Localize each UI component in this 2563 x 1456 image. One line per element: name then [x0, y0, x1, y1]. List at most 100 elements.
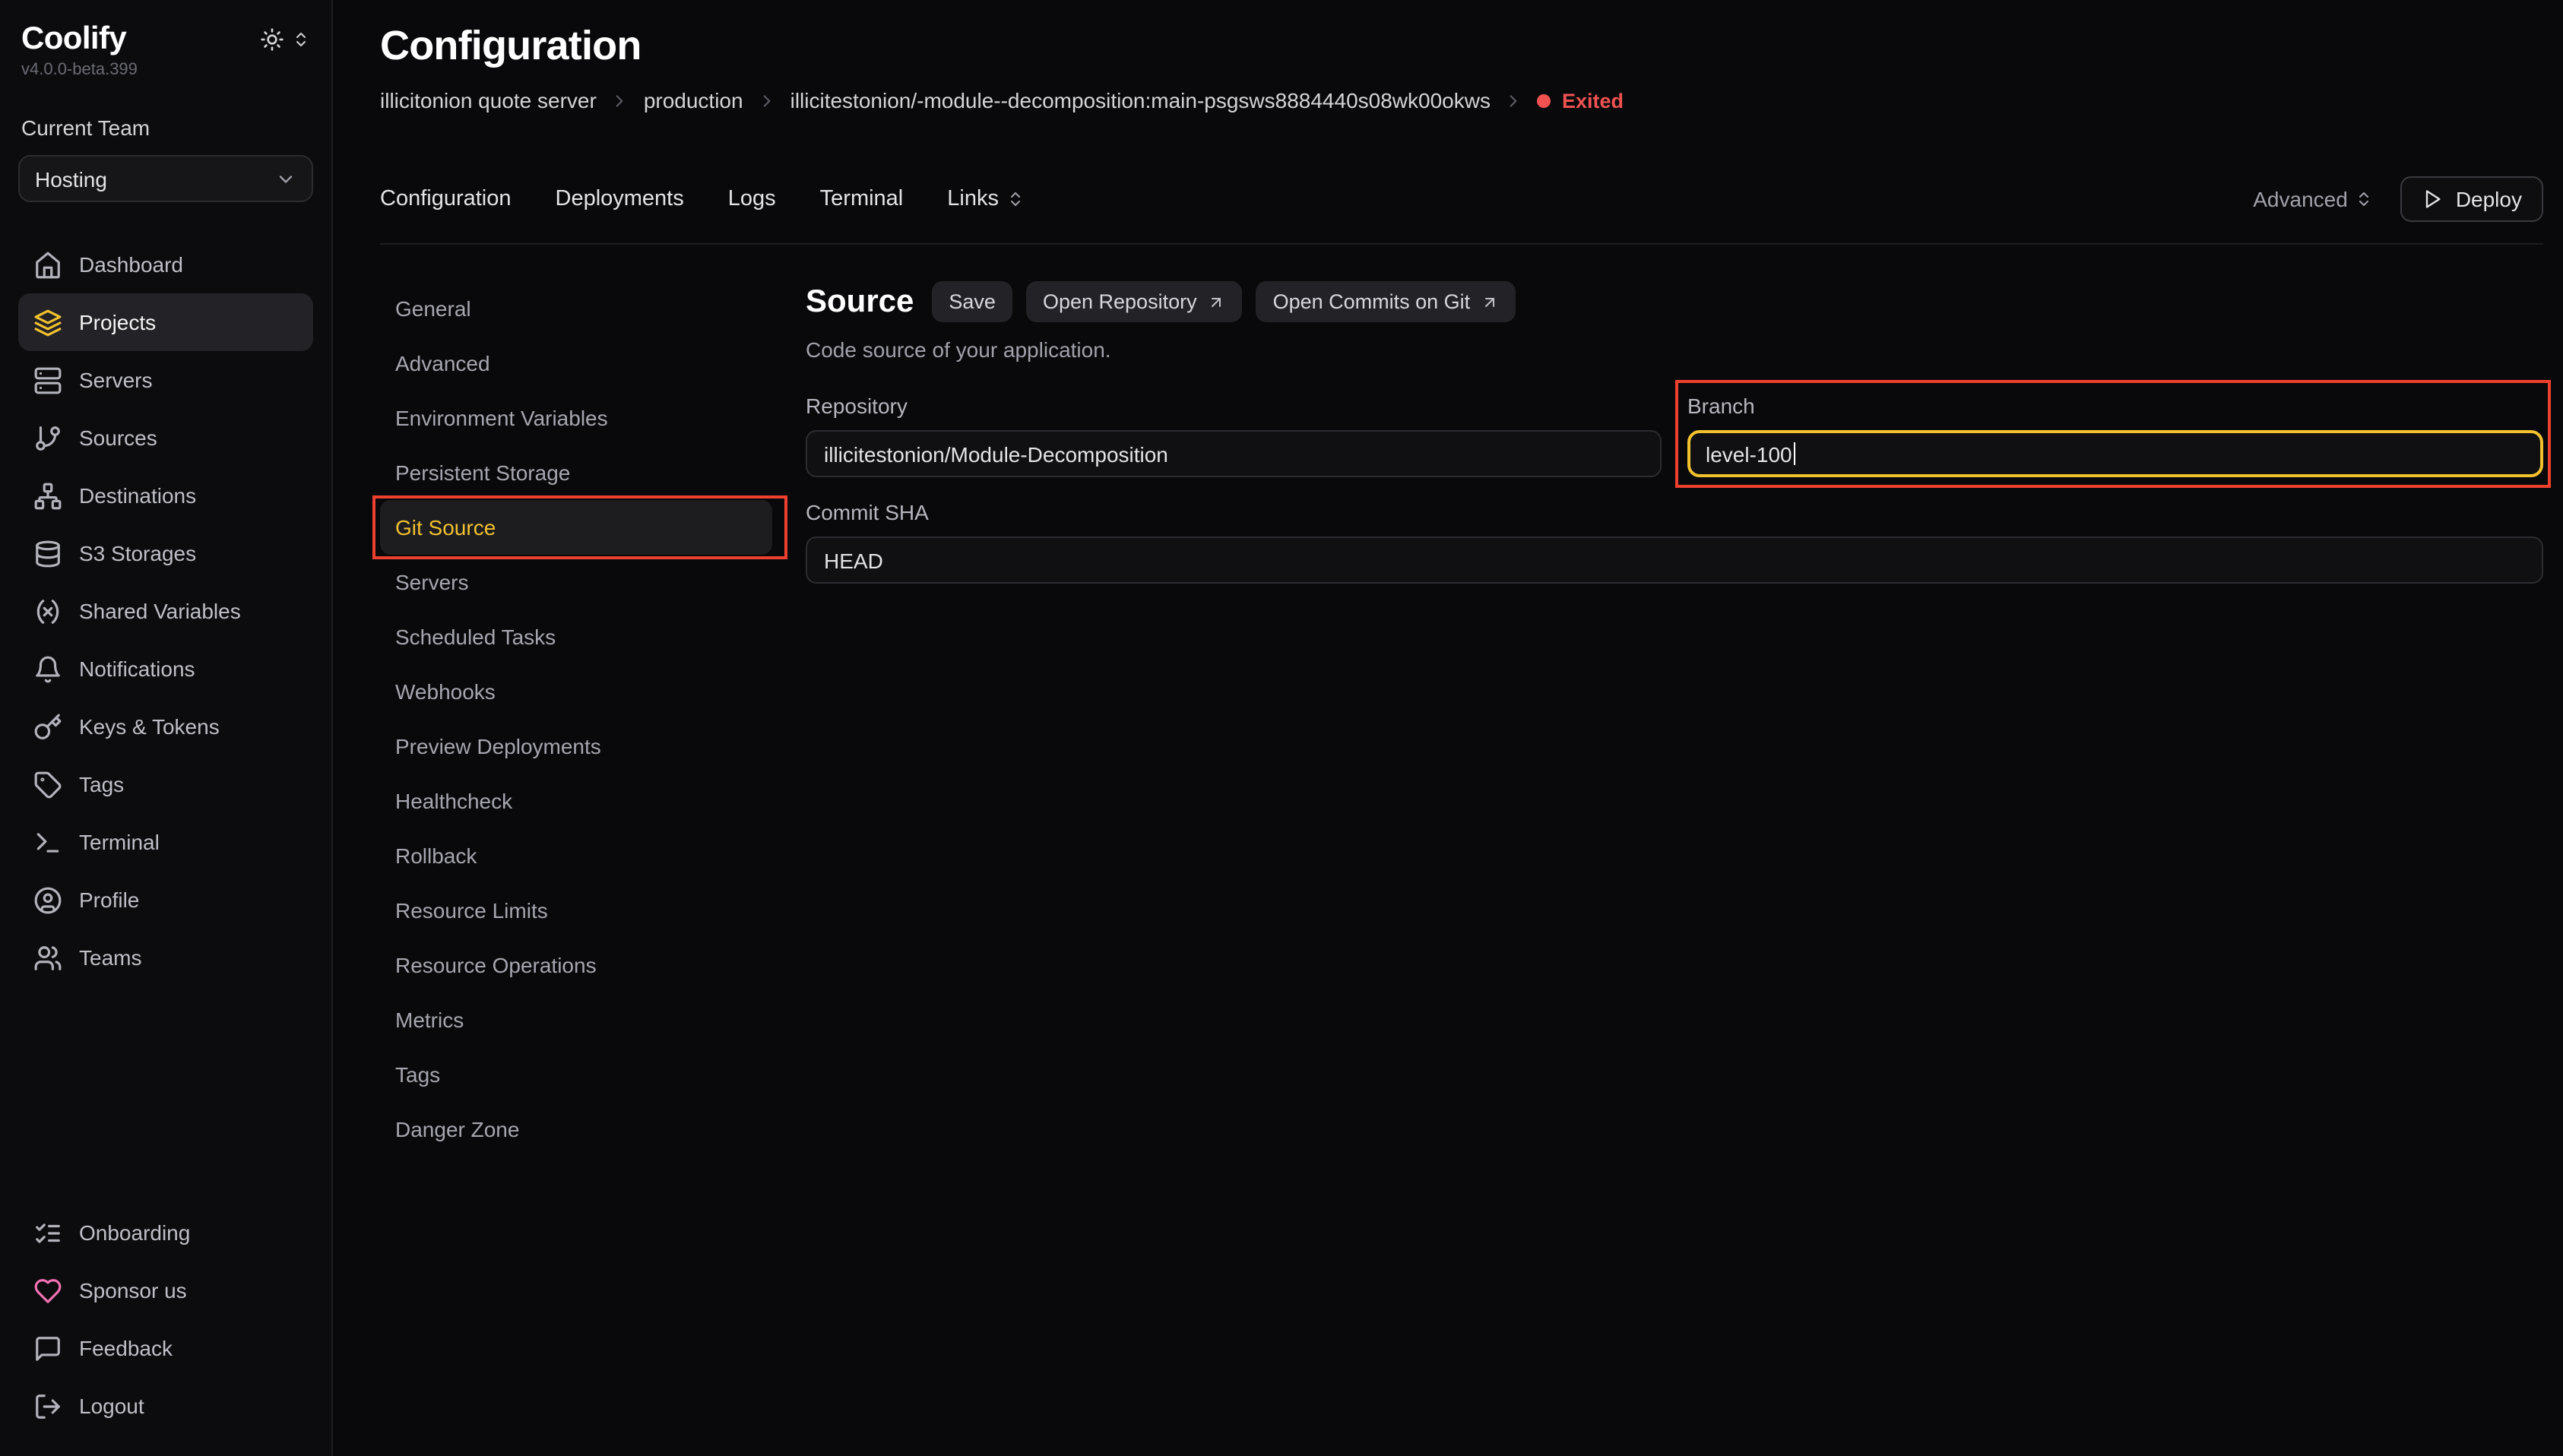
sidebar-footer-item[interactable]: Logout [18, 1377, 313, 1435]
sidebar-item[interactable]: Dashboard [18, 236, 313, 293]
config-nav-item[interactable]: Preview Deployments [380, 719, 772, 774]
tab-label: Terminal [820, 187, 904, 211]
config-nav-item[interactable]: Environment Variables [380, 391, 772, 445]
sidebar-item[interactable]: Shared Variables [18, 582, 313, 640]
branch-input[interactable]: level-100 [1687, 430, 2543, 477]
config-nav-item[interactable]: Rollback [380, 828, 772, 883]
config-nav-item[interactable]: Healthcheck [380, 774, 772, 828]
open-commits-label: Open Commits on Git [1273, 290, 1471, 313]
chevrons-up-down-icon [1006, 190, 1025, 208]
sidebar-item[interactable]: Tags [18, 755, 313, 813]
app-version: v4.0.0-beta.399 [21, 61, 310, 79]
tab[interactable]: Terminal [820, 187, 904, 211]
config-nav-item[interactable]: Danger Zone [380, 1102, 772, 1157]
config-nav-item[interactable]: General [380, 281, 772, 336]
tab[interactable]: Logs [728, 187, 776, 211]
open-repository-button[interactable]: Open Repository [1026, 281, 1243, 322]
tab[interactable]: Deployments [556, 187, 684, 211]
app-logo[interactable]: Coolify [21, 21, 126, 58]
sidebar-item[interactable]: Terminal [18, 813, 313, 871]
list-checks-icon [33, 1218, 62, 1247]
sidebar-footer-item-label: Logout [79, 1394, 144, 1418]
team-select[interactable]: Hosting [18, 155, 313, 202]
save-button[interactable]: Save [932, 281, 1012, 322]
source-section-header: Source Save Open Repository Open Commits… [806, 281, 2543, 322]
chevrons-up-down-icon [2355, 190, 2374, 208]
deploy-button[interactable]: Deploy [2401, 176, 2543, 222]
server-icon [33, 366, 62, 394]
sidebar-header: Coolify [18, 21, 313, 58]
sidebar-item[interactable]: Teams [18, 929, 313, 986]
sidebar-item[interactable]: Keys & Tokens [18, 698, 313, 755]
tabs-row: Configuration Deployments Logs T [380, 176, 2543, 222]
open-commits-button[interactable]: Open Commits on Git [1256, 281, 1516, 322]
database-icon [33, 539, 62, 568]
variable-icon [33, 597, 62, 625]
sidebar-item-label: Notifications [79, 657, 195, 681]
config-nav-item[interactable]: Advanced [380, 336, 772, 391]
sidebar-item[interactable]: Servers [18, 351, 313, 409]
chevrons-up-down-icon[interactable] [292, 30, 310, 49]
tab-label: Links [947, 187, 999, 211]
sidebar-item-label: S3 Storages [79, 541, 196, 565]
sidebar-item[interactable]: Destinations [18, 467, 313, 524]
sidebar-footer-item-label: Feedback [79, 1336, 173, 1360]
tab[interactable]: Links [947, 187, 1025, 211]
sidebar-footer-item[interactable]: Onboarding [18, 1204, 313, 1261]
breadcrumb-environment[interactable]: production [644, 88, 743, 112]
config-nav-item[interactable]: Resource Limits [380, 883, 772, 938]
sidebar-item[interactable]: Profile [18, 871, 313, 929]
text-caret [1794, 442, 1796, 465]
sidebar-footer-item[interactable]: Sponsor us [18, 1261, 313, 1319]
arrow-up-right-icon [1208, 293, 1226, 311]
sidebar-item[interactable]: Projects [18, 293, 313, 351]
breadcrumb-resource[interactable]: illicitestonion/-module--decomposition:m… [790, 88, 1491, 112]
config-nav-item-label: Servers [395, 570, 468, 594]
tab-label: Logs [728, 187, 776, 211]
chevron-right-icon [1504, 90, 1524, 110]
config-nav-item-label: Webhooks [395, 679, 496, 704]
tab[interactable]: Configuration [380, 187, 512, 211]
branch-field: Branch level-100 [1687, 394, 2543, 477]
git-branch-icon [33, 423, 62, 452]
sun-icon[interactable] [260, 27, 284, 52]
chevron-right-icon [757, 90, 777, 110]
config-nav-item[interactable]: Persistent Storage [380, 445, 772, 500]
sidebar-nav: Dashboard Projects Servers Sources [18, 236, 313, 986]
config-nav-item-label: Scheduled Tasks [395, 625, 556, 649]
logout-icon [33, 1391, 62, 1420]
config-nav-item-label: Preview Deployments [395, 734, 601, 758]
config-nav-item[interactable]: Tags [380, 1047, 772, 1102]
theme-controls [260, 27, 310, 52]
play-icon [2422, 188, 2444, 210]
config-nav-item-label: Healthcheck [395, 789, 512, 813]
sidebar-footer-item-label: Onboarding [79, 1220, 190, 1245]
sidebar-item[interactable]: Sources [18, 409, 313, 467]
config-nav-item[interactable]: Webhooks [380, 664, 772, 719]
sidebar-item[interactable]: Notifications [18, 640, 313, 698]
team-select-value: Hosting [35, 166, 107, 191]
sidebar-footer-item[interactable]: Feedback [18, 1319, 313, 1377]
repository-input[interactable] [806, 430, 1662, 477]
source-section-description: Code source of your application. [806, 337, 2543, 362]
resource-tabs: Configuration Deployments Logs T [380, 187, 1025, 211]
config-nav-item[interactable]: Git Source [380, 500, 772, 555]
sidebar-footer-item-label: Sponsor us [79, 1278, 187, 1302]
commit-sha-field: Commit SHA [806, 500, 2543, 584]
config-nav-item[interactable]: Resource Operations [380, 938, 772, 992]
config-nav-item[interactable]: Metrics [380, 992, 772, 1047]
sidebar-item[interactable]: S3 Storages [18, 524, 313, 582]
breadcrumb-project[interactable]: illicitonion quote server [380, 88, 597, 112]
commit-sha-input[interactable] [806, 537, 2543, 584]
heart-icon [33, 1276, 62, 1305]
config-nav-item-label: Environment Variables [395, 406, 608, 430]
config-nav-item[interactable]: Servers [380, 555, 772, 609]
tabs-actions: Advanced Deploy [2253, 176, 2543, 222]
sidebar-item-label: Projects [79, 310, 156, 334]
status-badge: Exited [1538, 89, 1624, 112]
advanced-menu[interactable]: Advanced [2253, 187, 2374, 211]
config-nav-item[interactable]: Scheduled Tasks [380, 609, 772, 664]
app-window: Coolify v4.0.0-beta.399 Current Team Hos… [0, 0, 2563, 1456]
sidebar-item-label: Profile [79, 888, 139, 912]
sidebar-item-label: Keys & Tokens [79, 714, 220, 739]
